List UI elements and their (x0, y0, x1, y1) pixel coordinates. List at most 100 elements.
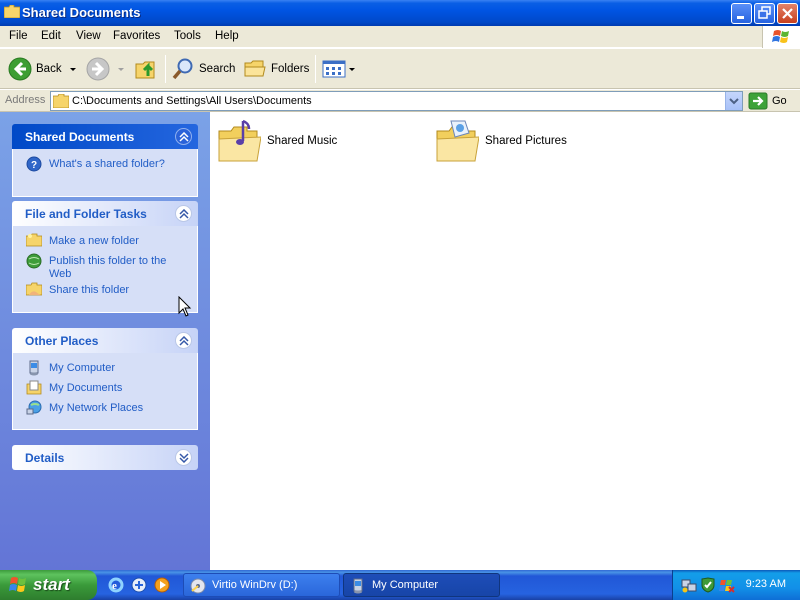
network-connection-icon[interactable] (681, 577, 697, 593)
search-button[interactable]: Search (171, 53, 235, 85)
panel-title: Details (25, 451, 65, 465)
menu-help[interactable]: Help (215, 30, 239, 42)
taskbar-button-label: My Computer (372, 579, 439, 591)
task-whats-shared-folder[interactable]: ? What's a shared folder? (24, 155, 197, 175)
minimize-button[interactable] (731, 3, 752, 24)
place-my-computer[interactable]: My Computer (24, 359, 197, 379)
views-icon (322, 60, 346, 78)
standard-toolbar: Back Search Folders (0, 49, 800, 89)
security-icon[interactable] (700, 577, 716, 593)
toolbar-separator (315, 55, 316, 83)
outlook-express-icon[interactable] (131, 577, 147, 593)
title-bar[interactable]: Shared Documents (0, 0, 800, 26)
forward-button[interactable] (86, 53, 124, 85)
shared-documents-panel: Shared Documents ? What's a shared folde… (12, 124, 198, 197)
chevron-down-icon (179, 453, 189, 463)
file-item-shared-pictures[interactable]: Shared Pictures (435, 117, 567, 165)
chevron-down-icon (729, 98, 739, 105)
collapse-button[interactable] (175, 332, 192, 349)
panel-header[interactable]: Other Places (12, 328, 198, 353)
place-my-network-places[interactable]: My Network Places (24, 399, 197, 419)
internet-explorer-icon[interactable]: e (108, 577, 124, 593)
taskbar-button-label: Virtio WinDrv (D:) (212, 579, 298, 591)
address-input[interactable]: C:\Documents and Settings\All Users\Docu… (50, 91, 743, 111)
folders-icon (244, 60, 266, 77)
chevron-up-icon (179, 336, 189, 346)
chevron-up-icon (179, 132, 189, 142)
go-arrow-icon (748, 92, 768, 110)
chevron-up-icon (179, 209, 189, 219)
windows-flag-icon (772, 30, 789, 43)
other-places-panel: Other Places My Computer My Documents My… (12, 328, 198, 430)
taskbar-button-my-computer[interactable]: My Computer (343, 573, 500, 597)
task-make-new-folder[interactable]: Make a new folder (24, 232, 197, 252)
place-my-documents[interactable]: My Documents (24, 379, 197, 399)
task-publish-folder[interactable]: Publish this folder to the Web (24, 252, 174, 281)
share-folder-icon (26, 282, 42, 296)
close-icon (782, 8, 793, 19)
music-folder-icon (218, 119, 261, 162)
globe-icon (26, 253, 42, 269)
windows-update-icon[interactable] (719, 577, 735, 593)
go-label: Go (772, 95, 787, 107)
minimize-icon (737, 16, 744, 19)
media-player-icon[interactable] (154, 577, 170, 593)
documents-icon (26, 380, 42, 395)
panel-title: Shared Documents (25, 130, 135, 144)
search-icon (172, 58, 193, 80)
folder-icon (53, 94, 69, 108)
collapse-button[interactable] (175, 128, 192, 145)
toolbar-separator (165, 55, 166, 83)
close-button[interactable] (777, 3, 798, 24)
up-folder-button[interactable] (134, 53, 160, 85)
task-pane: Shared Documents ? What's a shared folde… (0, 112, 210, 570)
go-button[interactable]: Go (748, 91, 787, 111)
task-share-folder[interactable]: Share this folder (24, 281, 197, 301)
folders-button[interactable]: Folders (243, 53, 309, 85)
folders-label: Folders (271, 63, 310, 75)
back-dropdown-icon[interactable] (69, 67, 76, 71)
panel-title: File and Folder Tasks (25, 207, 147, 221)
task-label: Make a new folder (49, 235, 139, 247)
taskbar-button-virtio-drive[interactable]: Virtio WinDrv (D:) (183, 573, 340, 597)
window-title: Shared Documents (22, 5, 141, 20)
panel-header[interactable]: Shared Documents (12, 124, 198, 149)
menu-file[interactable]: File (9, 30, 28, 42)
address-label: Address (5, 94, 46, 106)
forward-arrow-icon (86, 57, 110, 81)
address-path: C:\Documents and Settings\All Users\Docu… (72, 95, 312, 107)
forward-dropdown-icon[interactable] (118, 67, 124, 71)
computer-icon (29, 360, 39, 376)
expand-button[interactable] (175, 449, 192, 466)
file-name: Shared Pictures (485, 135, 567, 147)
panel-title: Other Places (25, 334, 99, 348)
collapse-button[interactable] (175, 205, 192, 222)
task-label: My Network Places (49, 402, 144, 414)
menu-favorites[interactable]: Favorites (113, 30, 160, 42)
task-label: My Documents (49, 382, 123, 394)
clock: 9:23 AM (745, 578, 786, 590)
panel-header[interactable]: File and Folder Tasks (12, 201, 198, 226)
address-dropdown-button[interactable] (725, 92, 742, 110)
panel-header[interactable]: Details (12, 445, 198, 470)
start-label: start (33, 575, 70, 594)
back-label: Back (36, 63, 62, 75)
details-panel: Details (12, 445, 198, 470)
file-name: Shared Music (267, 135, 338, 147)
system-tray: 9:23 AM (672, 570, 800, 600)
task-label: Publish this folder to the Web (49, 255, 167, 280)
start-button[interactable]: start (0, 570, 97, 600)
task-label: My Computer (49, 362, 116, 374)
mouse-cursor-icon (178, 296, 192, 317)
file-item-shared-music[interactable]: Shared Music (217, 117, 337, 165)
restore-button[interactable] (754, 3, 775, 24)
menu-edit[interactable]: Edit (41, 30, 61, 42)
menu-view[interactable]: View (76, 30, 101, 42)
help-icon: ? (26, 156, 42, 172)
views-dropdown-icon[interactable] (349, 67, 355, 71)
views-button[interactable] (322, 53, 355, 85)
new-folder-icon (26, 233, 42, 247)
back-button[interactable]: Back (8, 53, 76, 85)
menu-tools[interactable]: Tools (174, 30, 201, 42)
folder-content-area[interactable]: Shared Music Shared Pictures (210, 112, 800, 570)
